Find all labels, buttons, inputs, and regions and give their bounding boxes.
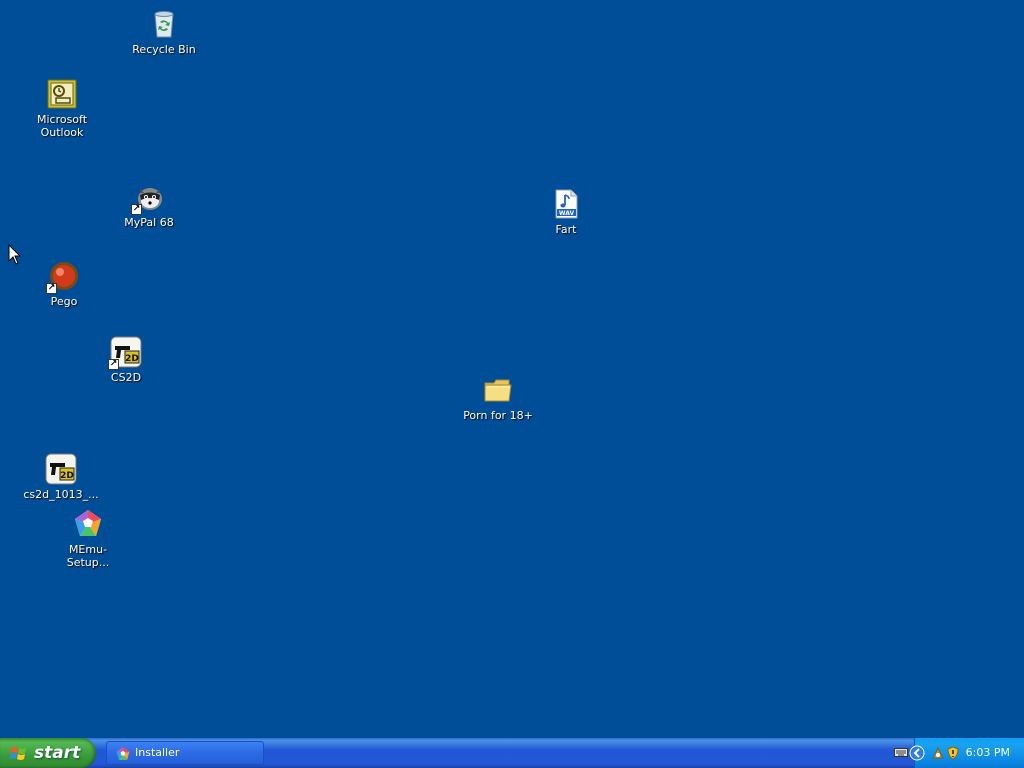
taskbar: start Installer 6:03 PM <box>0 738 1024 768</box>
outlook-icon <box>46 78 78 110</box>
wav-file-icon: WAV <box>550 188 582 220</box>
taskbar-button-installer[interactable]: Installer <box>106 741 264 765</box>
memu-setup-label: MEmu-Setup... <box>66 543 110 569</box>
desktop: Recycle Bin Microsoft Outlook ↗ MyPal 68… <box>0 0 1024 738</box>
mypal-shortcut[interactable]: ↗ MyPal 68 <box>109 181 189 229</box>
folder-label: Porn for 18+ <box>463 409 533 422</box>
outlook-shortcut[interactable]: Microsoft Outlook <box>22 78 102 139</box>
recycle-bin-icon <box>148 8 180 40</box>
cs2d-setup-file[interactable]: 2D cs2d_1013_... <box>21 453 101 501</box>
svg-text:2D: 2D <box>125 354 139 364</box>
svg-text:WAV: WAV <box>559 210 575 217</box>
folder-icon <box>482 374 514 406</box>
memu-logo-icon <box>72 508 104 540</box>
shortcut-arrow-icon: ↗ <box>108 359 119 370</box>
raccoon-icon: ↗ <box>131 181 165 215</box>
red-ball-icon: ↗ <box>46 260 80 294</box>
cs2d-label: CS2D <box>110 371 142 384</box>
clock[interactable]: 6:03 PM <box>966 738 1010 768</box>
cs2d-installer-icon: 2D <box>45 453 77 485</box>
shortcut-arrow-icon: ↗ <box>46 283 57 294</box>
recycle-bin-label: Recycle Bin <box>132 43 196 56</box>
taskbar-button-label: Installer <box>135 746 180 759</box>
outlook-label-line1: Microsoft <box>36 113 88 126</box>
memu-setup-file[interactable]: MEmu-Setup... <box>48 508 128 569</box>
mypal-label: MyPal 68 <box>124 216 174 229</box>
memu-logo-icon <box>116 747 130 760</box>
start-button[interactable]: start <box>0 738 96 768</box>
svg-text:2D: 2D <box>60 471 74 481</box>
shortcut-arrow-icon: ↗ <box>131 204 142 215</box>
show-hidden-icons-button[interactable] <box>909 745 925 761</box>
start-label: start <box>34 743 81 763</box>
pego-label: Pego <box>50 295 78 308</box>
windows-logo-icon <box>10 747 26 760</box>
folder-item[interactable]: Porn for 18+ <box>458 374 538 422</box>
mouse-pointer-icon <box>8 244 22 265</box>
cs2d-setup-label: cs2d_1013_... <box>23 488 99 501</box>
outlook-label-line2: Outlook <box>40 126 84 139</box>
pego-shortcut[interactable]: ↗ Pego <box>24 260 104 308</box>
fart-wav-file[interactable]: WAV Fart <box>526 188 606 236</box>
network-icon[interactable] <box>931 746 945 760</box>
cs2d-shortcut[interactable]: 2D ↗ CS2D <box>86 336 166 384</box>
system-tray: 6:03 PM <box>909 738 1024 768</box>
fart-label: Fart <box>555 223 577 236</box>
recycle-bin-shortcut[interactable]: Recycle Bin <box>124 8 204 56</box>
cs2d-icon: 2D ↗ <box>108 336 142 370</box>
security-shield-icon[interactable] <box>946 746 960 760</box>
keyboard-icon[interactable] <box>894 746 908 758</box>
